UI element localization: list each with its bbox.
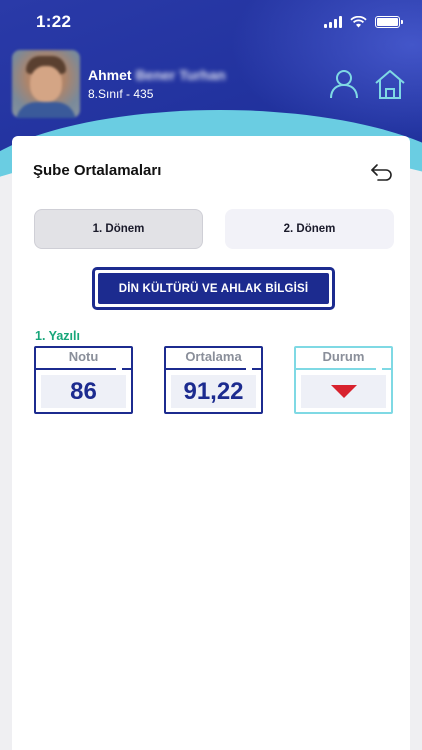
status-bar: 1:22 bbox=[0, 0, 422, 44]
subject-button[interactable]: DİN KÜLTÜRÜ VE AHLAK BİLGİSİ bbox=[92, 267, 335, 310]
user-surname-blurred: Bener Turhan bbox=[135, 67, 226, 83]
user-name: Ahmet Bener Turhan bbox=[88, 67, 226, 83]
average-value: 91,22 bbox=[171, 375, 256, 408]
tab-term-1[interactable]: 1. Dönem bbox=[34, 209, 203, 249]
grade-value: 86 bbox=[41, 375, 126, 408]
average-label: Ortalama bbox=[185, 349, 242, 364]
battery-icon bbox=[375, 16, 403, 28]
home-icon[interactable] bbox=[374, 68, 406, 100]
status-box: Durum bbox=[294, 346, 393, 414]
status-time: 1:22 bbox=[36, 12, 72, 31]
average-box: Ortalama 91,22 bbox=[164, 346, 263, 414]
wifi-icon bbox=[350, 16, 367, 28]
user-class-info: 8.Sınıf - 435 bbox=[88, 87, 154, 101]
back-arrow-icon[interactable] bbox=[370, 162, 394, 182]
subject-label: DİN KÜLTÜRÜ VE AHLAK BİLGİSİ bbox=[98, 273, 329, 304]
profile-icon[interactable] bbox=[328, 68, 360, 100]
grade-box: Notu 86 bbox=[34, 346, 133, 414]
page-title: Şube Ortalamaları bbox=[33, 162, 162, 179]
tab-term-2[interactable]: 2. Dönem bbox=[225, 209, 394, 249]
exam-title: 1. Yazılı bbox=[35, 329, 80, 343]
red-down-triangle-icon bbox=[330, 385, 357, 398]
status-label: Durum bbox=[322, 349, 365, 364]
status-value bbox=[301, 375, 386, 408]
status-icons bbox=[324, 16, 403, 28]
grade-label: Notu bbox=[68, 349, 99, 364]
avatar[interactable] bbox=[12, 50, 80, 118]
signal-icon bbox=[324, 16, 342, 28]
content-card: Şube Ortalamaları 1. Dönem 2. Dönem DİN … bbox=[12, 136, 410, 750]
user-first-name: Ahmet bbox=[88, 67, 132, 83]
